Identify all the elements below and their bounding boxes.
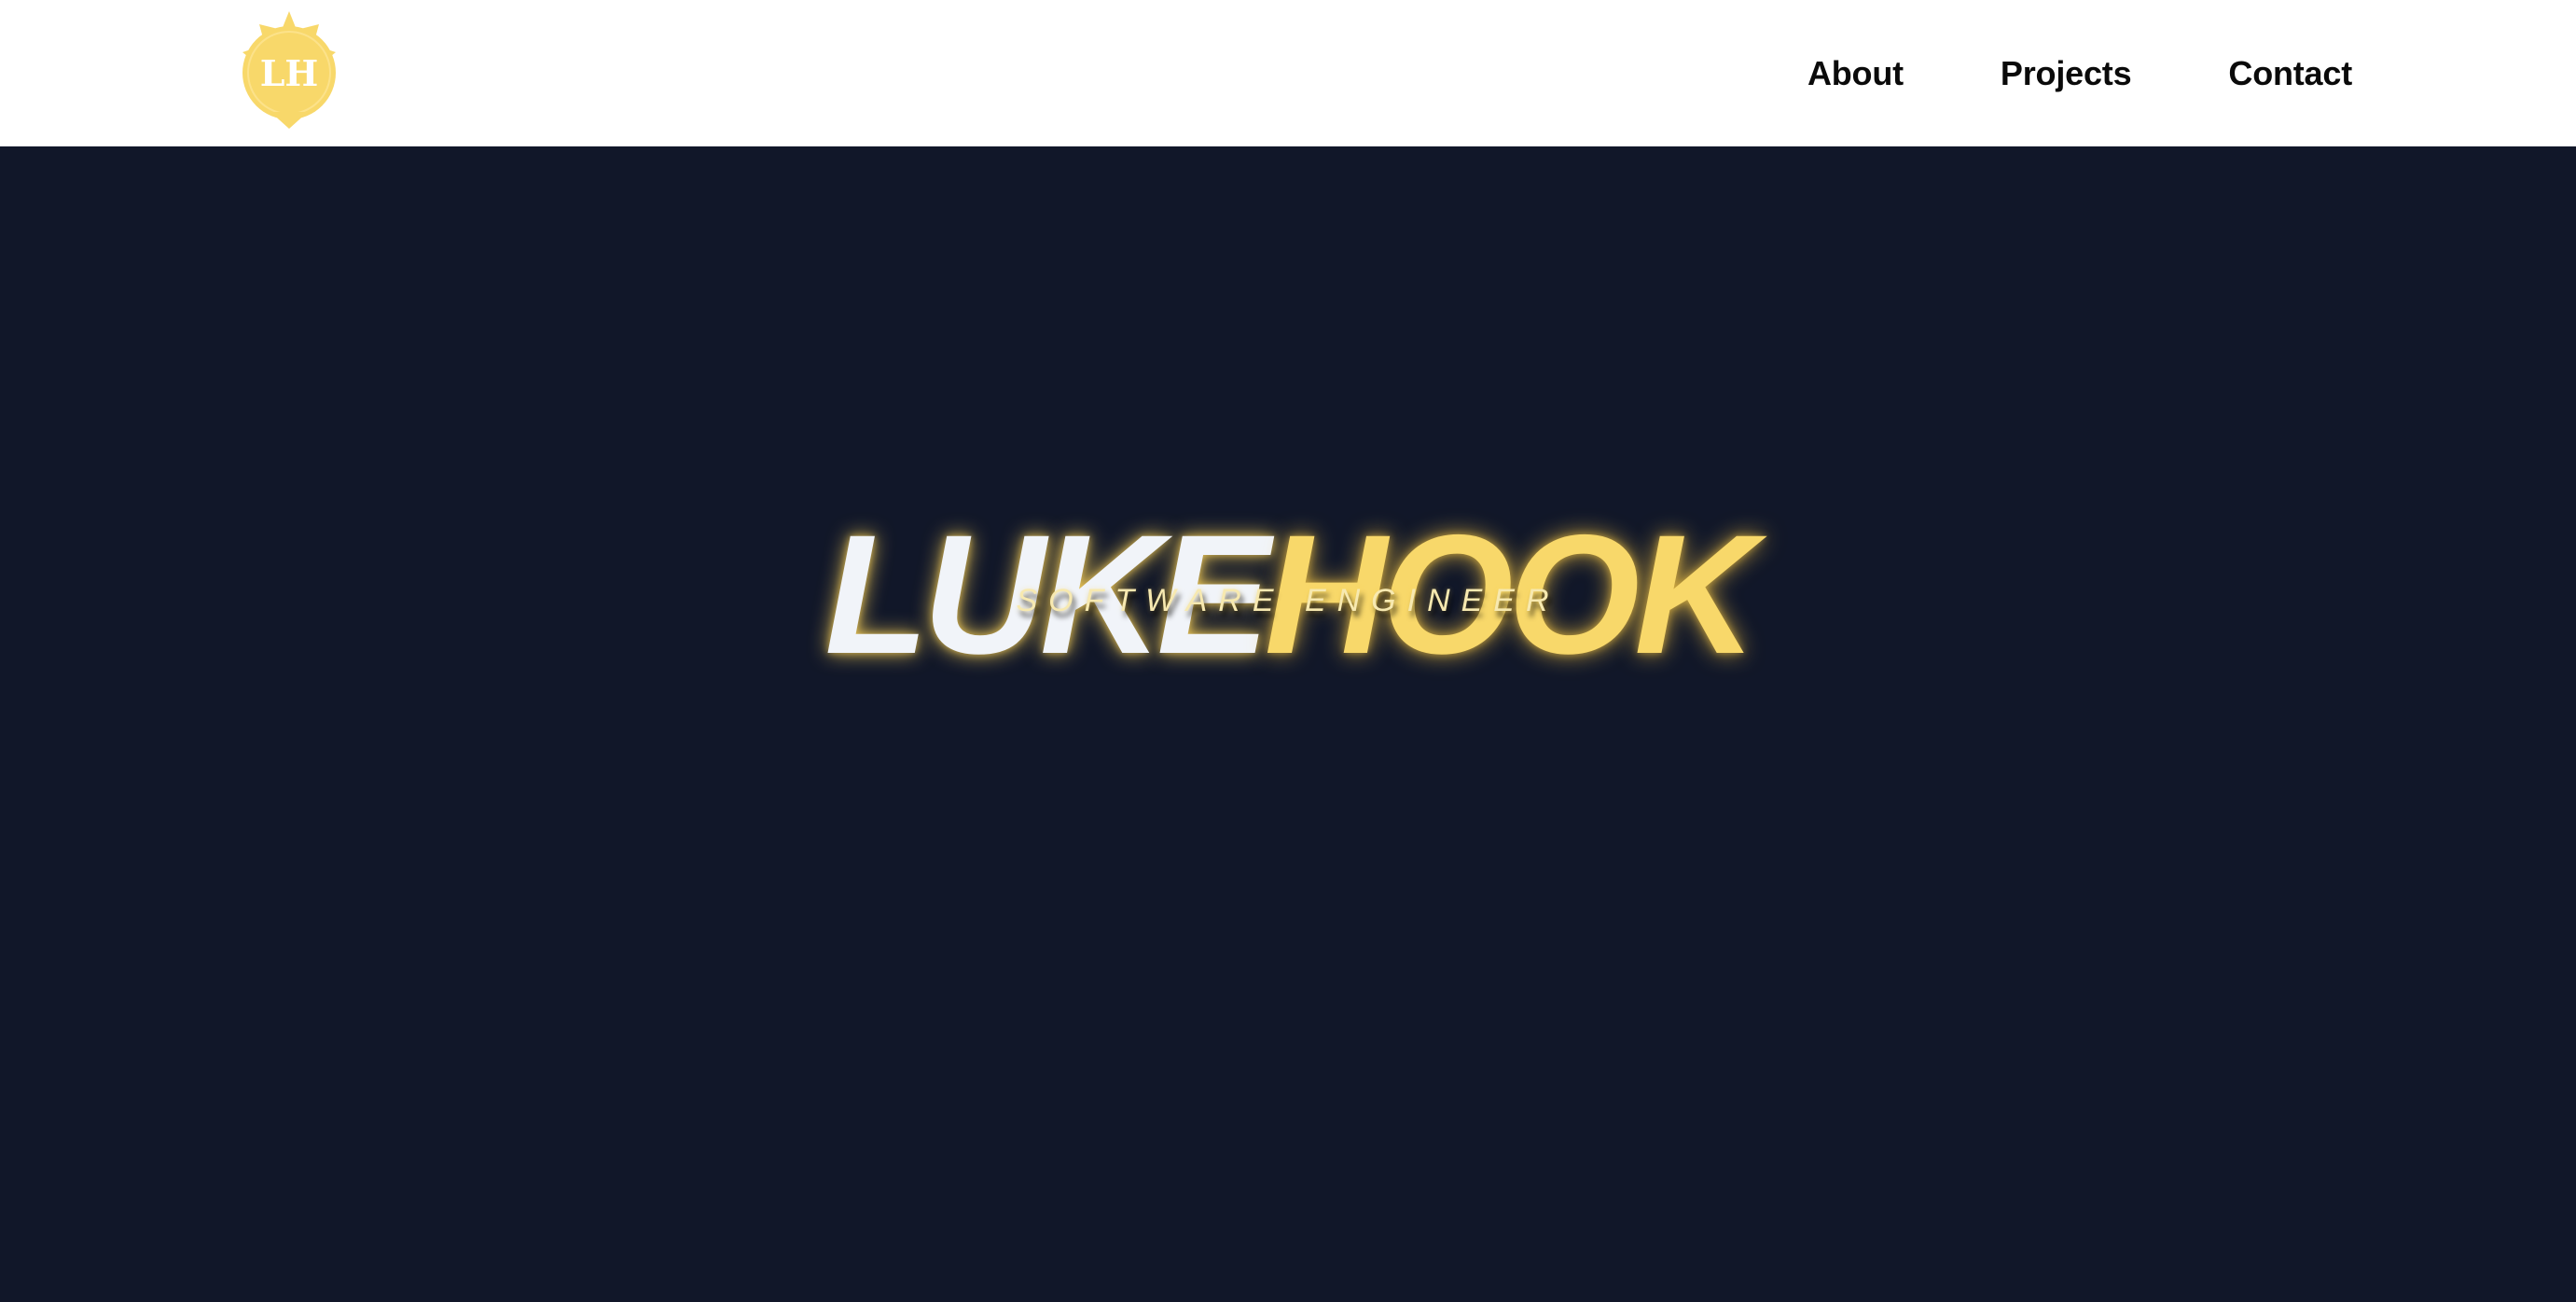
svg-text:LH: LH [260,52,319,94]
main-nav: About Projects Contact [1807,0,2352,146]
hero-subtitle: SOFTWARE ENGINEER [1016,583,1560,618]
top-navbar: LH About Projects Contact [0,0,2576,146]
hero-section: LUKEHOOK SOFTWARE ENGINEER [0,146,2576,1302]
nav-link-about[interactable]: About [1807,54,1904,93]
logo-star-badge-icon[interactable]: LH [235,11,343,129]
nav-link-projects[interactable]: Projects [2001,54,2132,93]
nav-link-contact[interactable]: Contact [2228,54,2352,93]
